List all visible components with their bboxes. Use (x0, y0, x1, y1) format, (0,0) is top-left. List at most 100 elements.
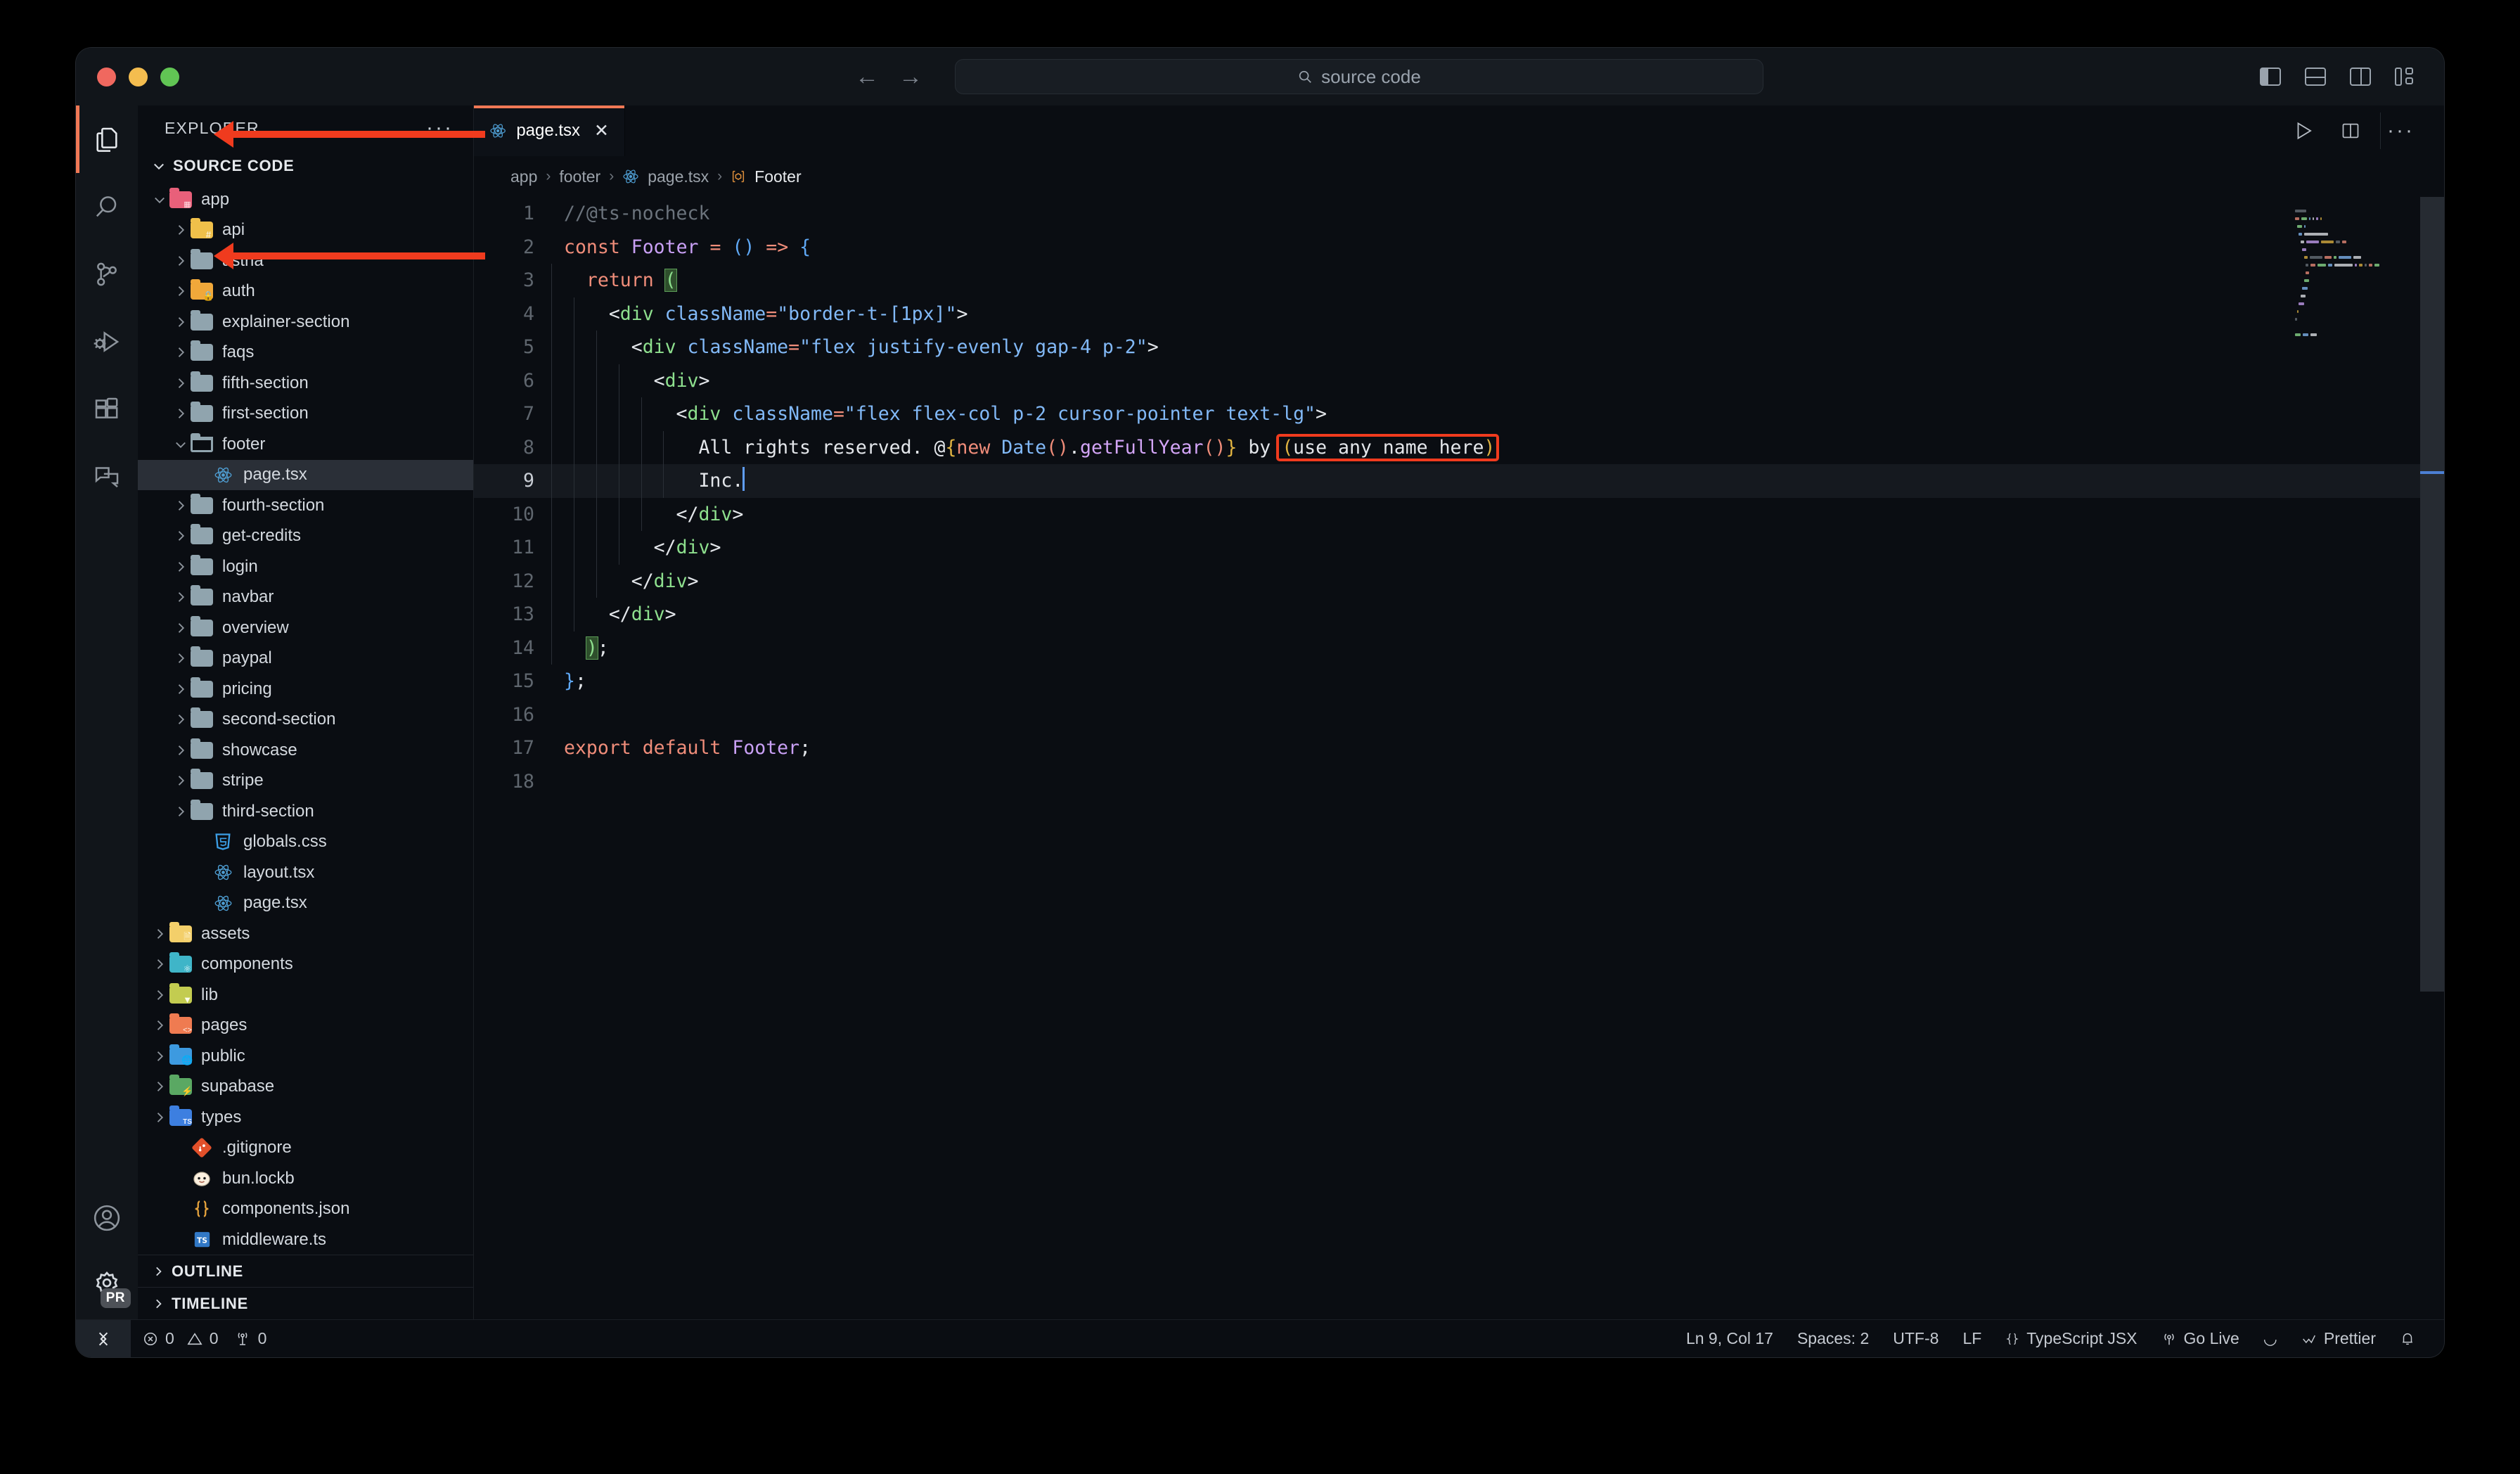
toggle-primary-sidebar-icon[interactable] (2260, 68, 2281, 86)
code-editor[interactable]: 1 //@ts-nocheck 2 const Footer = () => {3 r… (474, 197, 2444, 1319)
file-item-layout-tsx[interactable]: layout.tsx (138, 857, 473, 888)
code-line[interactable]: 15}; (474, 665, 2444, 698)
chevron-right-icon[interactable] (172, 343, 190, 361)
file-item-page-tsx[interactable]: page.tsx (138, 459, 473, 490)
toggle-secondary-sidebar-icon[interactable] (2350, 68, 2371, 86)
code-line[interactable]: 5 <div className="flex justify-evenly ga… (474, 331, 2444, 364)
settings-button[interactable]: PR (76, 1252, 138, 1319)
customize-layout-icon[interactable] (2395, 68, 2416, 86)
command-center-search[interactable]: source code (955, 59, 1763, 94)
chevron-right-icon[interactable] (172, 527, 190, 545)
split-editor-icon[interactable] (2341, 121, 2360, 141)
sidebar-item-explorer[interactable] (76, 105, 138, 173)
chevron-right-icon[interactable] (150, 1108, 169, 1127)
sidebar-item-chat[interactable] (76, 443, 138, 511)
folder-item-navbar[interactable]: navbar (138, 582, 473, 613)
file-item-components-json[interactable]: components.json (138, 1194, 473, 1225)
indentation-status[interactable]: Spaces: 2 (1785, 1320, 1881, 1358)
folder-item-stripe[interactable]: stripe (138, 766, 473, 797)
folder-item-get-credits[interactable]: get-credits (138, 521, 473, 552)
folder-item-footer[interactable]: footer (138, 429, 473, 460)
folder-item-assets[interactable]: 🗎 assets (138, 918, 473, 949)
scrollbar-thumb[interactable] (2420, 197, 2444, 992)
folder-item-supabase[interactable]: ⚡ supabase (138, 1072, 473, 1103)
folder-item-first-section[interactable]: first-section (138, 399, 473, 430)
chevron-right-icon[interactable] (172, 374, 190, 392)
chevron-down-icon[interactable] (150, 191, 169, 209)
chevron-right-icon[interactable] (172, 252, 190, 270)
chevron-right-icon[interactable] (172, 741, 190, 760)
folder-item-public[interactable]: 🌐 public (138, 1041, 473, 1072)
code-line[interactable]: 17 export default Footer; (474, 731, 2444, 765)
chevron-right-icon[interactable] (172, 680, 190, 698)
language-mode-status[interactable]: TypeScript JSX (1993, 1320, 2149, 1358)
breadcrumb-item-footer[interactable]: footer (559, 167, 600, 186)
code-line[interactable]: 7 <div className="flex flex-col p-2 curs… (474, 397, 2444, 431)
chevron-right-icon[interactable] (172, 313, 190, 331)
folder-item-app[interactable]: ▦ app (138, 184, 473, 215)
workspace-section-header[interactable]: SOURCE CODE (138, 150, 473, 181)
chevron-right-icon[interactable] (172, 282, 190, 300)
folder-item-api[interactable]: # api (138, 215, 473, 246)
chevron-right-icon[interactable] (172, 588, 190, 606)
folder-item-fourth-section[interactable]: fourth-section (138, 490, 473, 521)
more-actions-icon[interactable]: ··· (2387, 120, 2415, 141)
breadcrumb-item-app[interactable]: app (510, 167, 537, 186)
maximize-window-button[interactable] (160, 67, 179, 86)
chevron-right-icon[interactable] (150, 955, 169, 973)
folder-item-pricing[interactable]: pricing (138, 674, 473, 705)
chevron-right-icon[interactable] (172, 802, 190, 821)
code-line[interactable]: 2 const Footer = () => { (474, 231, 2444, 264)
chevron-right-icon[interactable] (150, 986, 169, 1004)
folder-item-faqs[interactable]: faqs (138, 338, 473, 368)
chevron-right-icon[interactable] (172, 619, 190, 637)
sidebar-item-extensions[interactable] (76, 376, 138, 443)
folder-item-login[interactable]: login (138, 551, 473, 582)
folder-item-components[interactable]: ⚛ components (138, 949, 473, 980)
code-line[interactable]: 18 (474, 765, 2444, 799)
file-item-page-tsx[interactable]: page.tsx (138, 888, 473, 919)
code-line[interactable]: 9 Inc. (474, 464, 2444, 498)
chevron-right-icon[interactable] (150, 925, 169, 943)
breadcrumb-item-symbol[interactable]: Footer (754, 167, 801, 186)
outline-panel-header[interactable]: OUTLINE (138, 1255, 473, 1287)
code-line[interactable]: 13 </div> (474, 598, 2444, 632)
folder-item-auth[interactable]: 🔒 auth (138, 276, 473, 307)
chevron-right-icon[interactable] (172, 649, 190, 667)
formatter-status[interactable]: Prettier (2289, 1320, 2388, 1358)
chevron-right-icon[interactable] (172, 221, 190, 239)
tab-page-tsx[interactable]: page.tsx ✕ (474, 105, 625, 156)
breadcrumb-item-file[interactable]: page.tsx (648, 167, 709, 186)
timeline-panel-header[interactable]: TIMELINE (138, 1287, 473, 1319)
chevron-right-icon[interactable] (172, 771, 190, 790)
close-window-button[interactable] (97, 67, 116, 86)
folder-item-third-section[interactable]: third-section (138, 796, 473, 827)
sidebar-item-run-and-debug[interactable] (76, 308, 138, 376)
folder-item-lib[interactable]: ▼ lib (138, 980, 473, 1011)
file-item--gitignore[interactable]: .gitignore (138, 1133, 473, 1164)
toggle-panel-icon[interactable] (2305, 68, 2326, 86)
chevron-right-icon[interactable] (172, 558, 190, 576)
code-line[interactable]: 16 (474, 698, 2444, 732)
minimize-window-button[interactable] (129, 67, 148, 86)
code-line[interactable]: 6 <div> (474, 364, 2444, 397)
chevron-right-icon[interactable] (172, 496, 190, 515)
code-line[interactable]: 1 //@ts-nocheck (474, 197, 2444, 231)
file-item-bun-lockb[interactable]: bun.lockb (138, 1163, 473, 1194)
code-line[interactable]: 8 All rights reserved. @{new Date().getF… (474, 430, 2444, 464)
folder-item-overview[interactable]: overview (138, 613, 473, 643)
code-line[interactable]: 10 </div> (474, 497, 2444, 531)
accounts-button[interactable] (76, 1184, 138, 1252)
chevron-right-icon[interactable] (150, 1016, 169, 1034)
folder-item-astria[interactable]: astria (138, 245, 473, 276)
remote-window-button[interactable] (76, 1319, 131, 1357)
file-item-middleware-ts[interactable]: TS middleware.ts (138, 1224, 473, 1255)
file-item-globals-css[interactable]: globals.css (138, 827, 473, 858)
editor-vertical-scrollbar[interactable] (2420, 197, 2444, 1319)
code-line[interactable]: 11 </div> (474, 531, 2444, 565)
tab-close-icon[interactable]: ✕ (594, 120, 609, 141)
minimap[interactable] (2295, 210, 2429, 1117)
notifications-status[interactable] (2388, 1320, 2427, 1358)
folder-item-pages[interactable]: <> pages (138, 1011, 473, 1042)
navigate-back-icon[interactable]: ← (855, 65, 879, 89)
